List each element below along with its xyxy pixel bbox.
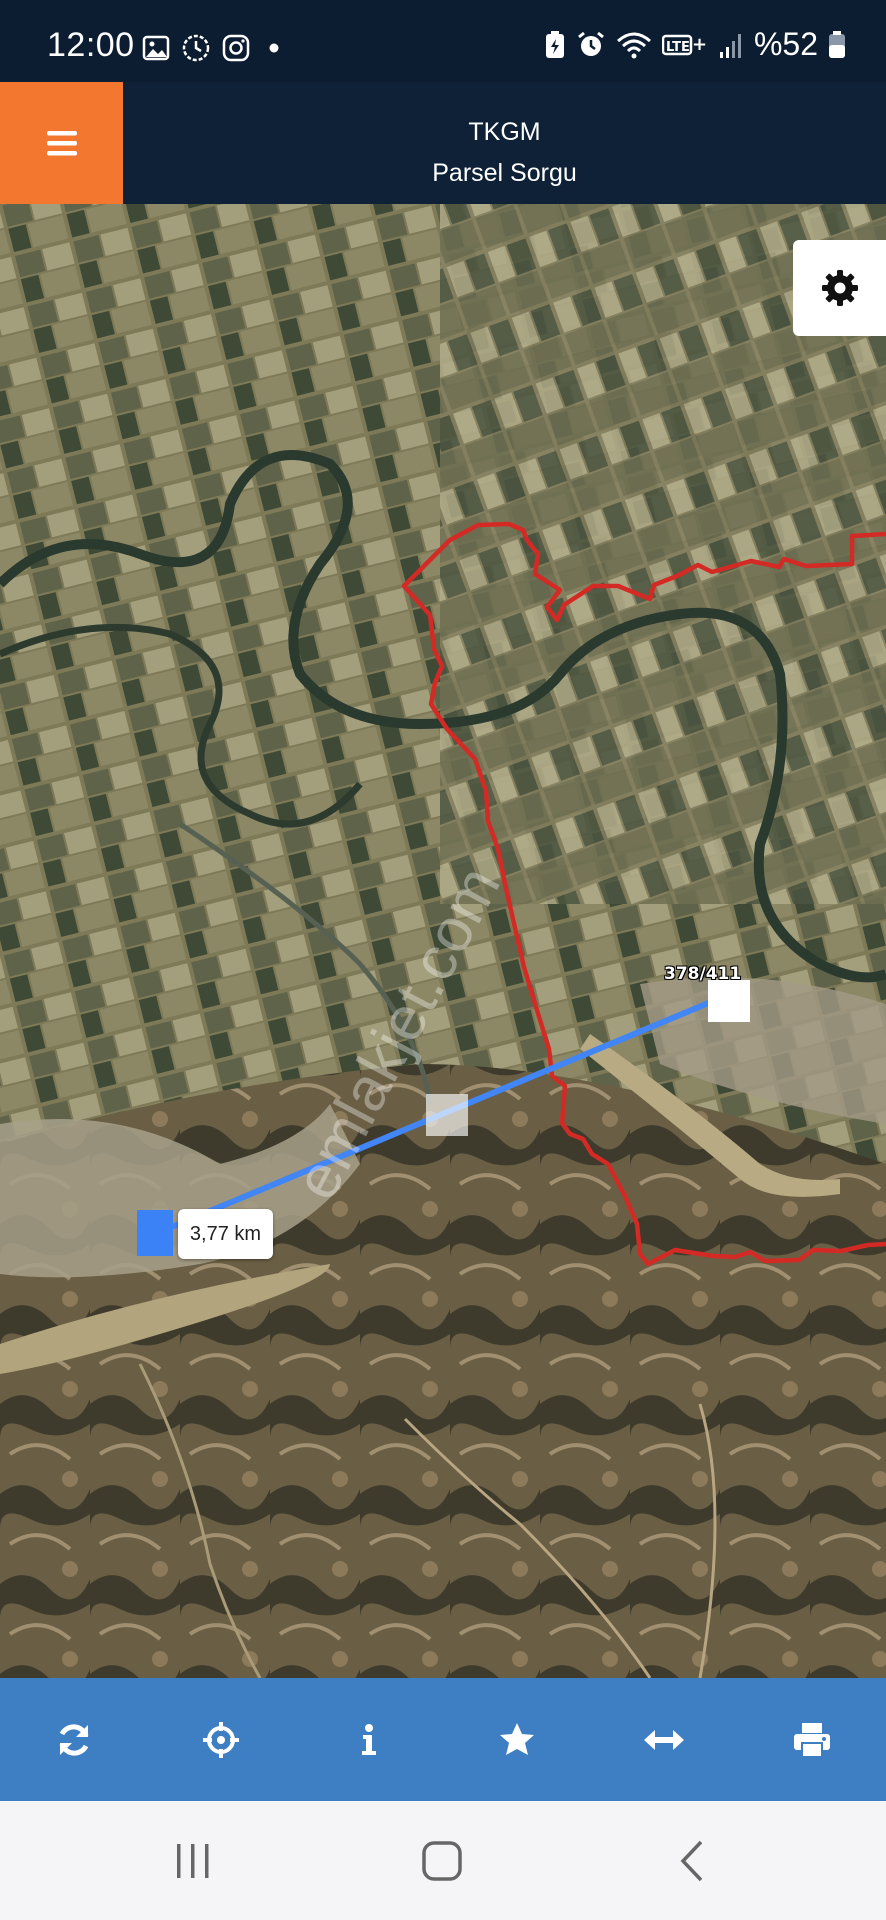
svg-text:+: + bbox=[692, 34, 707, 55]
recent-apps-icon bbox=[177, 1844, 209, 1878]
gear-icon bbox=[821, 270, 858, 306]
app-header: TKGM Parsel Sorgu bbox=[0, 82, 886, 204]
status-notification-icons bbox=[142, 32, 288, 64]
parcel-label: 378/411 bbox=[664, 964, 742, 984]
back-button[interactable] bbox=[662, 1837, 722, 1885]
distance-badge: 3,77 km bbox=[178, 1209, 273, 1259]
hamburger-icon bbox=[46, 131, 77, 156]
back-icon bbox=[680, 1840, 703, 1882]
system-nav-bar bbox=[0, 1801, 886, 1920]
refresh-button[interactable] bbox=[39, 1705, 109, 1775]
home-button[interactable] bbox=[412, 1837, 472, 1885]
star-icon bbox=[499, 1722, 534, 1755]
signal-icon bbox=[719, 33, 741, 58]
locate-button[interactable] bbox=[186, 1705, 256, 1775]
status-bar: 12:00 LTE + %52 bbox=[0, 0, 886, 82]
measure-mid-handle bbox=[426, 1094, 468, 1136]
horizontal-arrows-icon bbox=[644, 1729, 685, 1750]
locate-icon bbox=[203, 1721, 240, 1758]
measure-start-handle bbox=[137, 1210, 173, 1256]
alarm-icon bbox=[578, 31, 604, 56]
print-button[interactable] bbox=[777, 1705, 847, 1775]
print-icon bbox=[794, 1722, 831, 1758]
battery-percent: %52 bbox=[753, 26, 818, 62]
map-view[interactable]: emlakjet.com bbox=[0, 204, 886, 1678]
recent-apps-button[interactable] bbox=[163, 1837, 223, 1885]
settings-button[interactable] bbox=[793, 240, 886, 336]
clock-icon bbox=[182, 34, 210, 62]
status-time: 12:00 bbox=[47, 26, 135, 64]
satellite-imagery: emlakjet.com bbox=[0, 204, 886, 1678]
info-button[interactable] bbox=[334, 1705, 404, 1775]
home-icon bbox=[422, 1841, 462, 1881]
app-title: TKGM bbox=[468, 118, 541, 146]
svg-text:LTE: LTE bbox=[666, 40, 690, 55]
measure-end-handle bbox=[708, 980, 750, 1022]
map-toolbar bbox=[0, 1678, 886, 1801]
status-system-icons: LTE + %52 bbox=[544, 26, 846, 63]
info-icon bbox=[362, 1723, 377, 1755]
battery-icon bbox=[829, 30, 845, 58]
refresh-icon bbox=[59, 1723, 89, 1756]
favorite-button[interactable] bbox=[482, 1705, 552, 1775]
app-subtitle: Parsel Sorgu bbox=[432, 159, 577, 187]
dot-icon bbox=[269, 43, 279, 53]
wifi-icon bbox=[616, 32, 651, 58]
image-icon bbox=[142, 35, 170, 61]
header-titles: TKGM Parsel Sorgu bbox=[123, 112, 886, 194]
measure-button[interactable] bbox=[629, 1705, 699, 1775]
instagram-icon bbox=[222, 34, 250, 62]
menu-button[interactable] bbox=[0, 82, 123, 204]
volte-icon: LTE + bbox=[661, 34, 707, 55]
battery-saver-icon bbox=[545, 30, 564, 58]
